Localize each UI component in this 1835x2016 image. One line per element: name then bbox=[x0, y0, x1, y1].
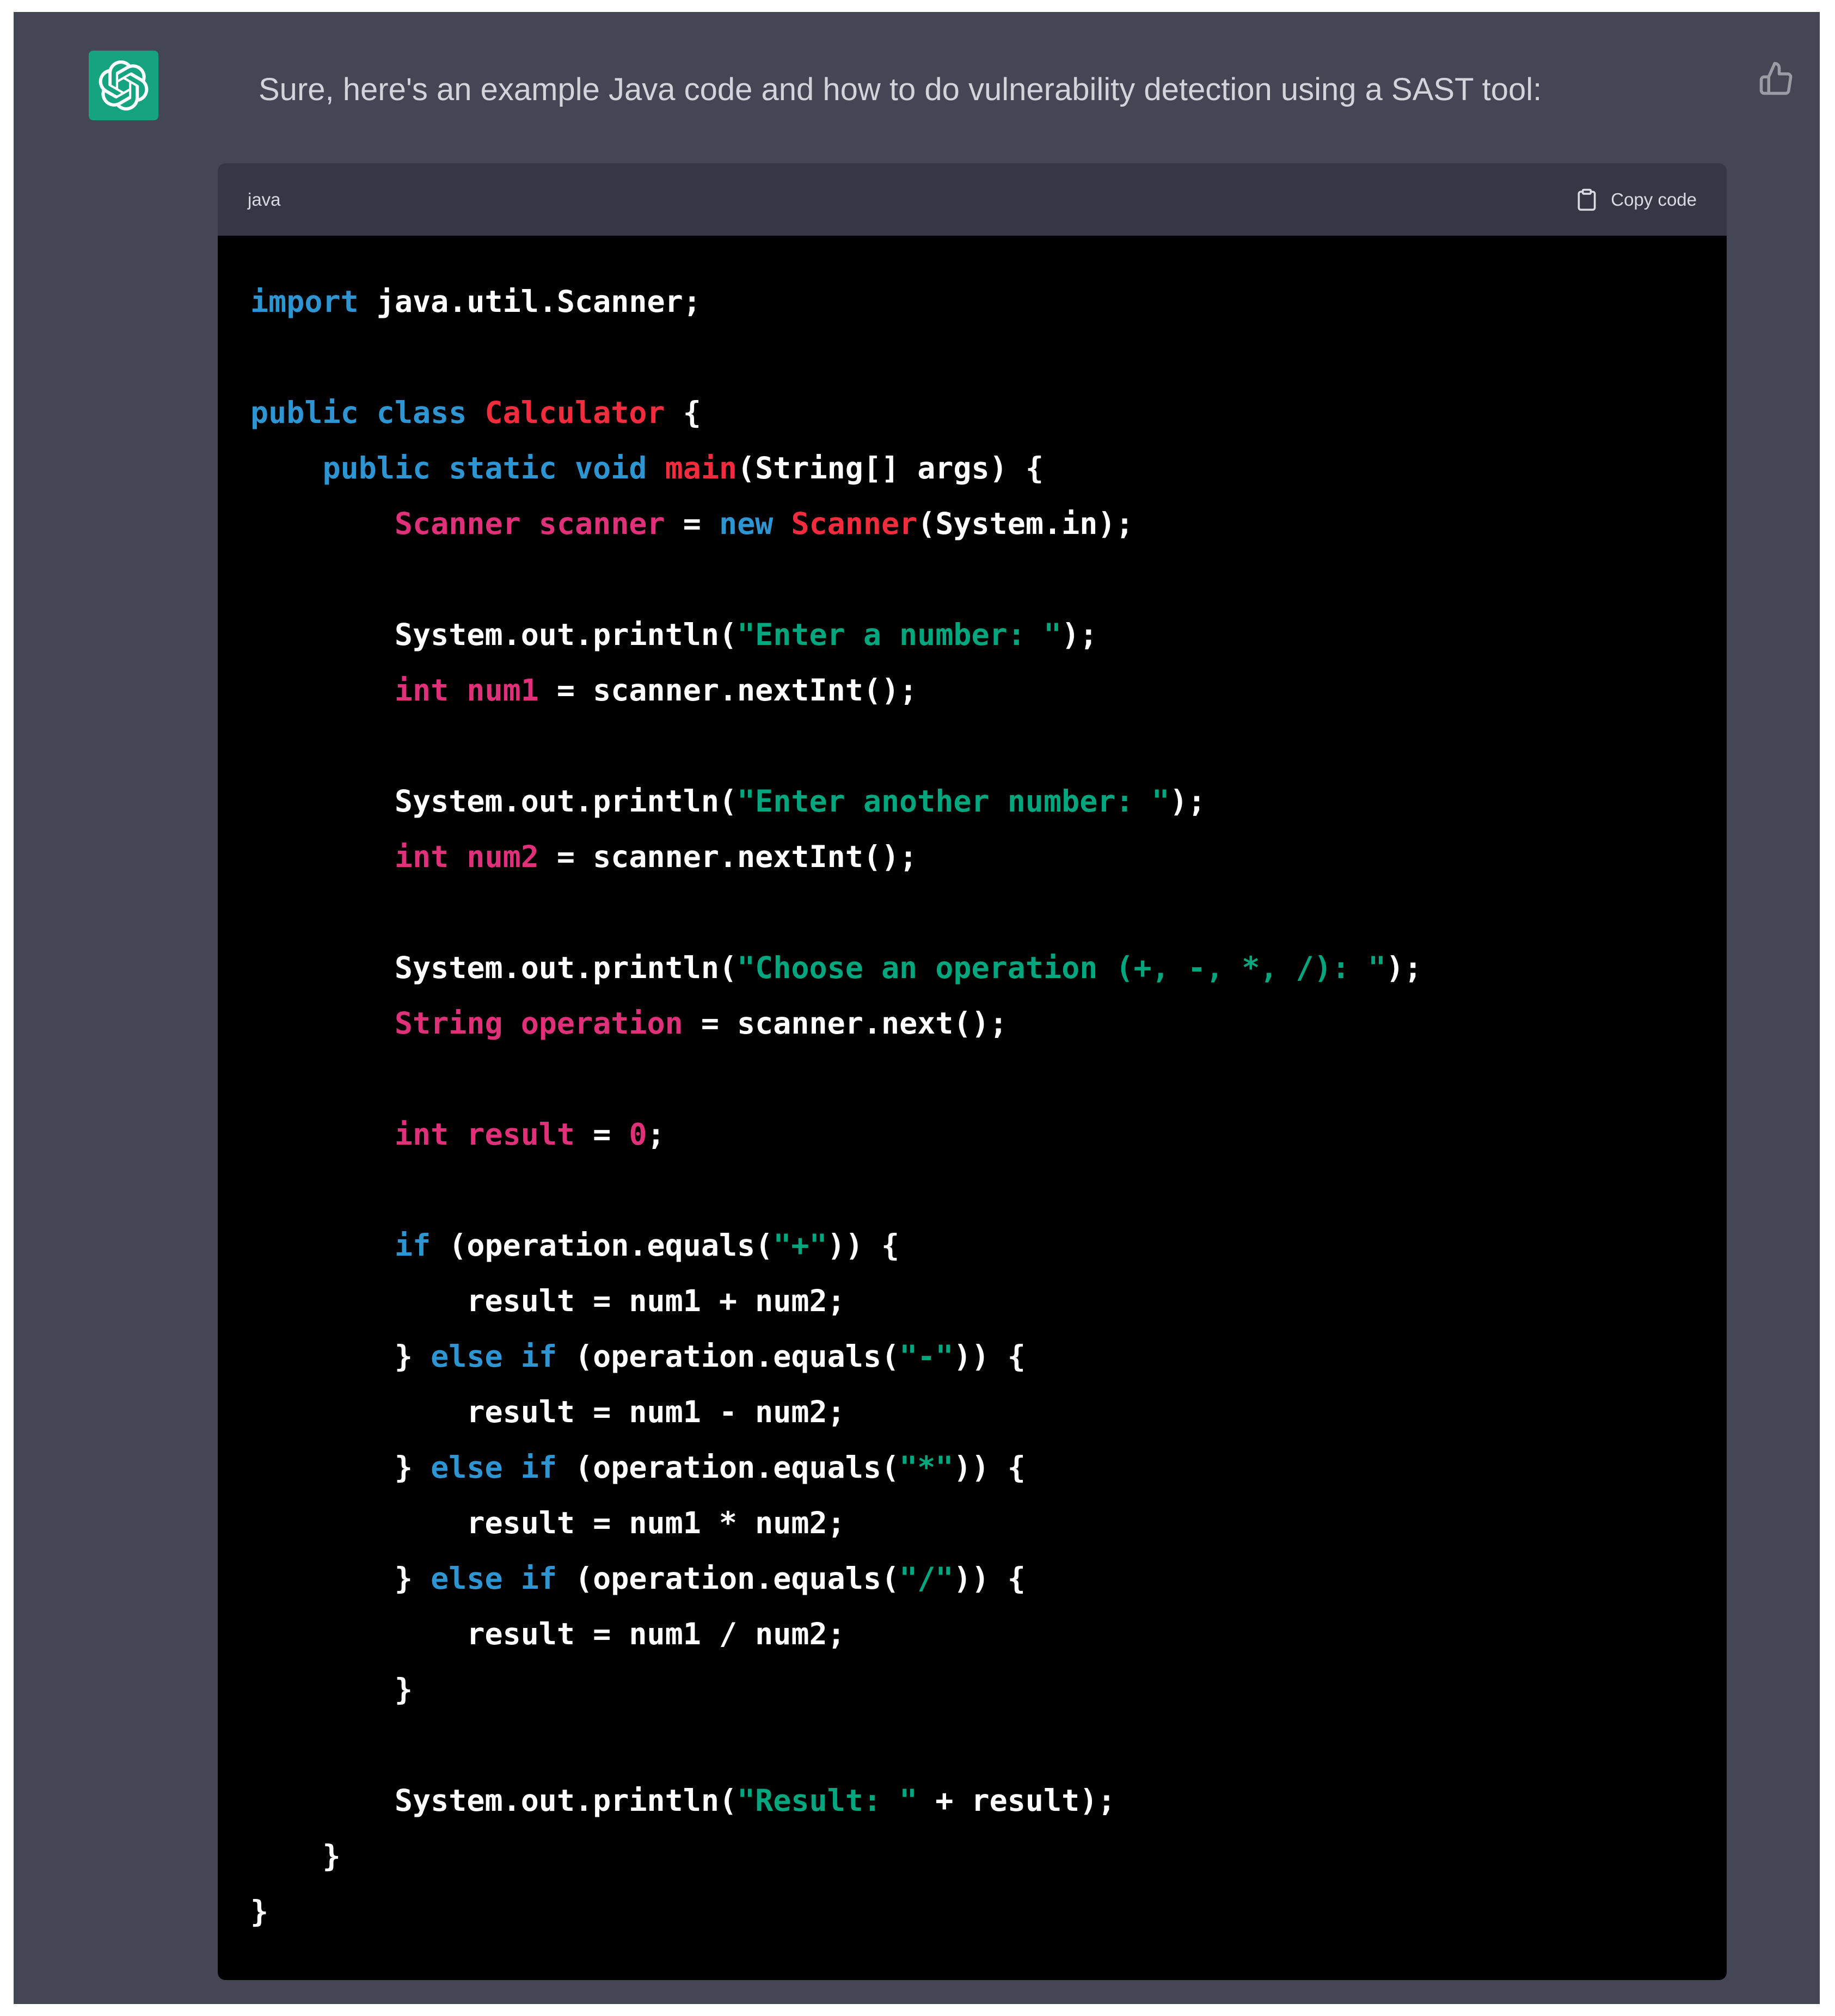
code-line: result = num1 / num2; bbox=[250, 1606, 1694, 1662]
code-line: Scanner scanner = new Scanner(System.in)… bbox=[250, 496, 1694, 551]
code-line bbox=[250, 1162, 1694, 1218]
copy-code-label: Copy code bbox=[1611, 189, 1697, 210]
clipboard-icon bbox=[1575, 186, 1599, 213]
code-line: System.out.println("Enter a number: "); bbox=[250, 607, 1694, 662]
code-line: System.out.println("Result: " + result); bbox=[250, 1773, 1694, 1828]
code-line bbox=[250, 329, 1694, 385]
code-line: public class Calculator { bbox=[250, 385, 1694, 440]
message-text: Sure, here's an example Java code and ho… bbox=[259, 68, 1728, 112]
code-content: import java.util.Scanner; public class C… bbox=[250, 274, 1694, 1939]
code-line: } else if (operation.equals("-")) { bbox=[250, 1329, 1694, 1384]
code-line bbox=[250, 551, 1694, 607]
thumbs-up-button[interactable] bbox=[1753, 56, 1799, 101]
code-line: System.out.println("Choose an operation … bbox=[250, 940, 1694, 995]
code-line: } else if (operation.equals("/")) { bbox=[250, 1551, 1694, 1606]
language-label: java bbox=[248, 189, 281, 210]
code-block: java Copy code import java.util.Scanner;… bbox=[218, 163, 1727, 1980]
code-line bbox=[250, 718, 1694, 773]
code-line bbox=[250, 884, 1694, 940]
code-line: System.out.println("Enter another number… bbox=[250, 773, 1694, 829]
page: { "message": { "text": "Sure, here's an … bbox=[0, 0, 1835, 2016]
thumbs-up-icon bbox=[1758, 60, 1794, 96]
code-line: int num1 = scanner.nextInt(); bbox=[250, 662, 1694, 718]
code-line: int result = 0; bbox=[250, 1107, 1694, 1162]
code-line: import java.util.Scanner; bbox=[250, 274, 1694, 329]
code-header: java Copy code bbox=[218, 163, 1727, 236]
code-line: result = num1 - num2; bbox=[250, 1384, 1694, 1440]
code-line: } bbox=[250, 1662, 1694, 1717]
copy-code-button[interactable]: Copy code bbox=[1575, 186, 1697, 213]
code-line: } bbox=[250, 1828, 1694, 1884]
code-line bbox=[250, 1051, 1694, 1107]
code-line: public static void main(String[] args) { bbox=[250, 440, 1694, 496]
code-body: import java.util.Scanner; public class C… bbox=[218, 236, 1727, 1980]
code-line bbox=[250, 1717, 1694, 1773]
chatgpt-logo-icon bbox=[99, 60, 149, 110]
code-line: result = num1 * num2; bbox=[250, 1495, 1694, 1551]
code-line: result = num1 + num2; bbox=[250, 1273, 1694, 1329]
code-line: String operation = scanner.next(); bbox=[250, 995, 1694, 1051]
avatar bbox=[89, 51, 158, 120]
code-line: } bbox=[250, 1884, 1694, 1939]
code-line: int num2 = scanner.nextInt(); bbox=[250, 829, 1694, 884]
assistant-message: Sure, here's an example Java code and ho… bbox=[14, 12, 1820, 2004]
code-line: } else if (operation.equals("*")) { bbox=[250, 1440, 1694, 1495]
code-line: if (operation.equals("+")) { bbox=[250, 1218, 1694, 1273]
